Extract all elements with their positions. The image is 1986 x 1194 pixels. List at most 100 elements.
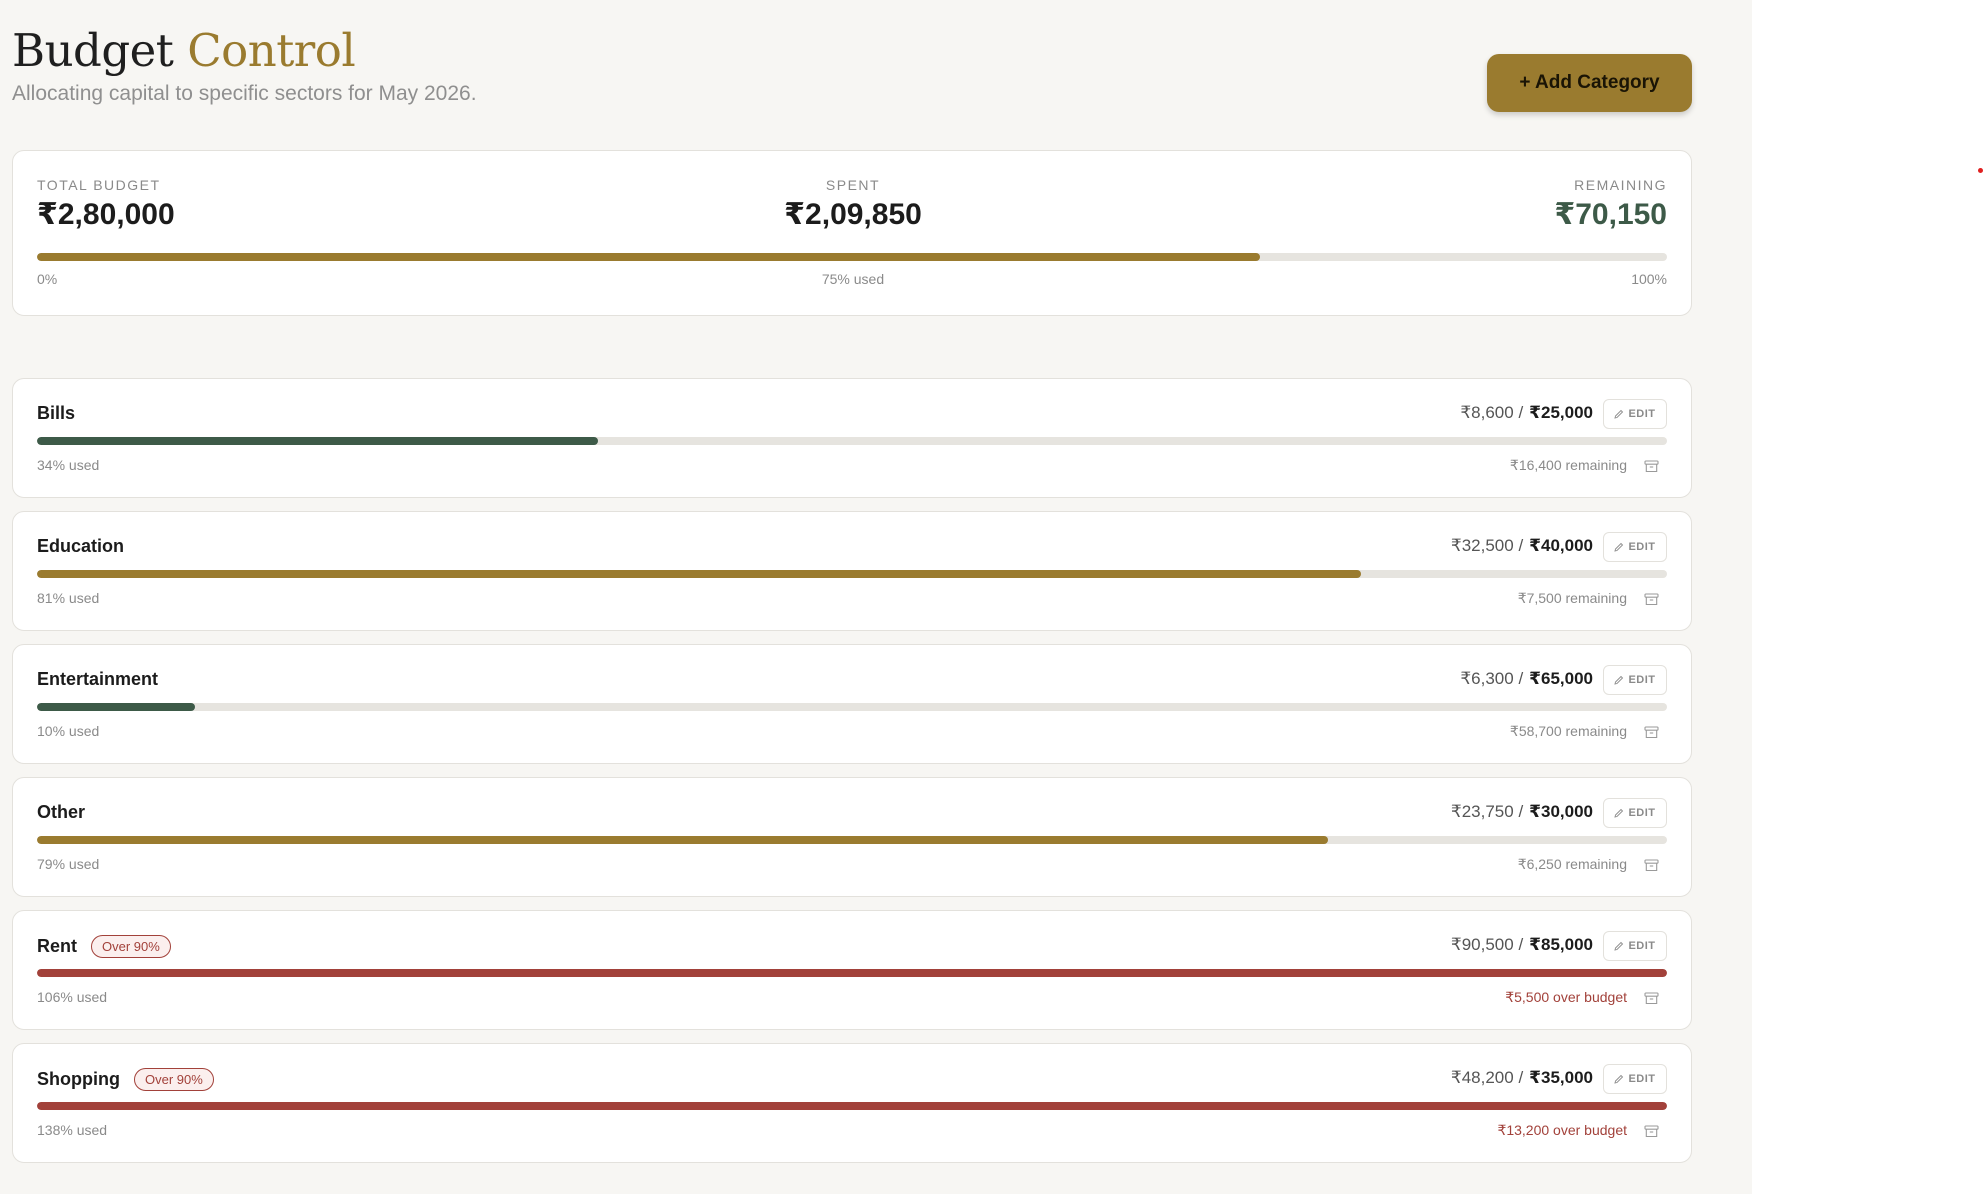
category-progress-bar bbox=[37, 437, 1667, 445]
category-progress-fill bbox=[37, 570, 1362, 578]
archive-category-button[interactable] bbox=[1641, 722, 1661, 742]
edit-category-button[interactable]: EDIT bbox=[1603, 532, 1667, 562]
category-name: Shopping bbox=[37, 1069, 120, 1089]
category-spent: ₹8,600 / bbox=[1460, 403, 1524, 422]
title-main: Budget bbox=[12, 24, 174, 77]
edit-category-button[interactable]: EDIT bbox=[1603, 399, 1667, 429]
category-card-other: Other ₹23,750 / ₹30,000 EDIT 79% used ₹6,… bbox=[12, 777, 1692, 897]
edit-label: EDIT bbox=[1628, 807, 1656, 819]
edit-label: EDIT bbox=[1628, 541, 1656, 553]
page-header: Budget Control Allocating capital to spe… bbox=[12, 0, 1692, 150]
category-budget: ₹65,000 bbox=[1529, 669, 1593, 688]
archive-category-button[interactable] bbox=[1641, 988, 1661, 1008]
add-category-button[interactable]: + Add Category bbox=[1487, 54, 1692, 112]
edit-category-button[interactable]: EDIT bbox=[1603, 798, 1667, 828]
pencil-icon bbox=[1614, 941, 1624, 951]
category-spent: ₹23,750 / bbox=[1450, 802, 1524, 821]
category-used-percent: 81% used bbox=[37, 590, 100, 606]
category-remaining: ₹58,700 remaining bbox=[1509, 723, 1627, 739]
category-name: Rent bbox=[37, 936, 77, 956]
category-budget: ₹25,000 bbox=[1529, 403, 1593, 422]
archive-icon bbox=[1643, 725, 1659, 738]
category-budget: ₹35,000 bbox=[1529, 1068, 1593, 1087]
category-progress-bar bbox=[37, 703, 1667, 711]
category-budget: ₹30,000 bbox=[1529, 802, 1593, 821]
category-remaining: ₹7,500 remaining bbox=[1517, 590, 1627, 606]
category-amounts: ₹8,600 / ₹25,000 bbox=[1460, 403, 1593, 423]
archive-icon bbox=[1643, 991, 1659, 1004]
budget-page: Budget Control Allocating capital to spe… bbox=[0, 0, 1752, 1194]
notification-dot bbox=[1978, 168, 1983, 173]
progress-used-label: 75% used bbox=[821, 271, 885, 287]
category-name: Other bbox=[37, 802, 86, 822]
spent-value: ₹2,09,850 bbox=[784, 198, 922, 231]
category-budget: ₹40,000 bbox=[1529, 536, 1593, 555]
archive-category-button[interactable] bbox=[1641, 456, 1661, 476]
category-remaining: ₹6,250 remaining bbox=[1517, 856, 1627, 872]
archive-category-button[interactable] bbox=[1641, 1121, 1661, 1141]
overall-progress-bar bbox=[37, 253, 1667, 261]
category-progress-fill bbox=[37, 969, 1667, 977]
category-amounts: ₹23,750 / ₹30,000 bbox=[1451, 802, 1593, 822]
category-used-percent: 34% used bbox=[37, 457, 100, 473]
remaining-label: REMAINING bbox=[1574, 177, 1667, 193]
pencil-icon bbox=[1614, 409, 1624, 419]
category-name: Education bbox=[37, 536, 125, 556]
category-spent: ₹6,300 / bbox=[1460, 669, 1524, 688]
archive-icon bbox=[1643, 459, 1659, 472]
category-name-row: Rent Over 90% bbox=[37, 935, 171, 958]
edit-category-button[interactable]: EDIT bbox=[1603, 931, 1667, 961]
category-name-row: Other bbox=[37, 802, 85, 823]
category-remaining: ₹5,500 over budget bbox=[1505, 989, 1627, 1005]
category-amounts: ₹32,500 / ₹40,000 bbox=[1451, 536, 1593, 556]
main-content: Budget Control Allocating capital to spe… bbox=[12, 0, 1692, 1163]
category-card-rent: Rent Over 90% ₹90,500 / ₹85,000 EDIT 106%… bbox=[12, 910, 1692, 1030]
category-progress-fill bbox=[37, 437, 598, 445]
title-accent: Control bbox=[187, 24, 356, 77]
archive-category-button[interactable] bbox=[1641, 589, 1661, 609]
pencil-icon bbox=[1614, 542, 1624, 552]
over-budget-badge: Over 90% bbox=[91, 935, 171, 958]
edit-label: EDIT bbox=[1628, 1073, 1656, 1085]
category-used-percent: 106% used bbox=[37, 989, 108, 1005]
category-progress-bar bbox=[37, 570, 1667, 578]
progress-end-label: 100% bbox=[1631, 271, 1667, 287]
category-name-row: Education bbox=[37, 536, 124, 557]
budget-summary-card: TOTAL BUDGET ₹2,80,000 SPENT ₹2,09,850 R… bbox=[12, 150, 1692, 316]
pencil-icon bbox=[1614, 1074, 1624, 1084]
over-budget-badge: Over 90% bbox=[133, 1068, 214, 1091]
category-name-row: Entertainment bbox=[37, 669, 158, 690]
category-remaining: ₹16,400 remaining bbox=[1509, 457, 1627, 473]
category-used-percent: 138% used bbox=[37, 1122, 108, 1138]
archive-icon bbox=[1643, 858, 1659, 871]
category-amounts: ₹6,300 / ₹65,000 bbox=[1460, 669, 1593, 689]
edit-category-button[interactable]: EDIT bbox=[1603, 1064, 1667, 1094]
archive-icon bbox=[1643, 592, 1659, 605]
remaining-value: ₹70,150 bbox=[1554, 198, 1667, 231]
category-progress-bar bbox=[37, 1102, 1667, 1110]
edit-label: EDIT bbox=[1628, 940, 1656, 952]
category-progress-bar bbox=[37, 969, 1667, 977]
category-amounts: ₹90,500 / ₹85,000 bbox=[1451, 935, 1593, 955]
category-amounts: ₹48,200 / ₹35,000 bbox=[1451, 1068, 1593, 1088]
category-name: Bills bbox=[37, 403, 76, 423]
archive-category-button[interactable] bbox=[1641, 855, 1661, 875]
category-budget: ₹85,000 bbox=[1529, 935, 1593, 954]
category-progress-fill bbox=[37, 1102, 1667, 1110]
edit-label: EDIT bbox=[1628, 674, 1656, 686]
category-used-percent: 79% used bbox=[37, 856, 100, 872]
pencil-icon bbox=[1614, 675, 1624, 685]
category-name-row: Shopping Over 90% bbox=[37, 1068, 214, 1091]
archive-icon bbox=[1643, 1124, 1659, 1137]
category-remaining: ₹13,200 over budget bbox=[1497, 1122, 1627, 1138]
category-spent: ₹48,200 / bbox=[1450, 1068, 1524, 1087]
page-subtitle: Allocating capital to specific sectors f… bbox=[12, 82, 477, 105]
overall-progress-fill bbox=[37, 253, 1260, 261]
category-used-percent: 10% used bbox=[37, 723, 100, 739]
edit-category-button[interactable]: EDIT bbox=[1603, 665, 1667, 695]
pencil-icon bbox=[1614, 808, 1624, 818]
category-card-entertainment: Entertainment ₹6,300 / ₹65,000 EDIT 10% u… bbox=[12, 644, 1692, 764]
category-card-education: Education ₹32,500 / ₹40,000 EDIT 81% used… bbox=[12, 511, 1692, 631]
category-name-row: Bills bbox=[37, 403, 75, 424]
spent-label: SPENT bbox=[825, 177, 881, 193]
